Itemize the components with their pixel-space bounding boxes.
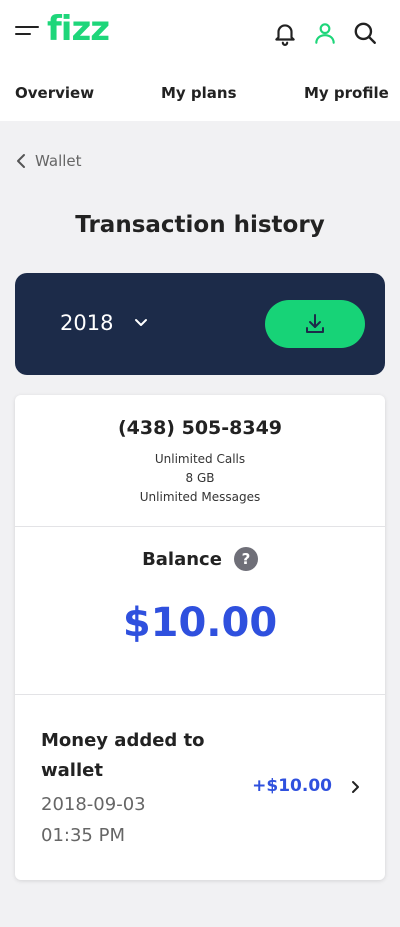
download-icon [306,314,324,333]
nav-item-my-profile[interactable]: My profile [304,84,389,102]
year-dropdown-value: 2018 [60,311,114,335]
download-button[interactable] [265,300,365,348]
help-icon[interactable]: ? [233,547,258,571]
chevron-left-icon [17,154,25,168]
transaction-time: 01:35 PM [41,825,125,846]
balance-label: Balance [142,548,222,570]
chevron-down-icon [135,319,148,326]
transaction-date: 2018-09-03 [41,794,146,815]
divider [15,526,385,527]
year-filter-card: 2018 [15,273,385,375]
nav-item-my-plans[interactable]: My plans [161,84,237,102]
balance-amount: $10.00 [122,600,278,646]
main-nav: Overview My plans My profile [0,65,400,121]
transaction-datetime: 2018-09-03 01:35 PM [41,789,146,851]
transaction-title: Money added to wallet [41,730,205,781]
back-link[interactable]: Wallet [15,152,82,170]
back-link-label: Wallet [35,152,82,170]
user-icon[interactable] [312,20,338,46]
search-icon[interactable] [352,20,378,46]
top-header: fizz [0,0,400,65]
fizz-logo[interactable]: fizz [47,9,110,49]
transaction-row[interactable]: Money added to wallet 2018-09-03 01:35 P… [15,695,385,880]
plan-feature: Unlimited Calls [154,452,246,466]
chevron-right-icon [352,781,359,793]
balance-header: Balance ? [15,547,385,571]
bell-icon[interactable] [272,20,298,46]
transaction-amount: +$10.00 [252,776,332,796]
year-dropdown[interactable]: 2018 [60,311,149,335]
plan-feature: 8 GB [185,471,215,485]
nav-item-overview[interactable]: Overview [15,84,94,102]
page-title: Transaction history [75,212,325,238]
menu-icon[interactable] [15,26,39,40]
phone-number: (438) 505-8349 [117,417,283,439]
wallet-card: (438) 505-8349 Unlimited Calls 8 GB Unli… [15,395,385,880]
plan-feature: Unlimited Messages [139,490,261,504]
